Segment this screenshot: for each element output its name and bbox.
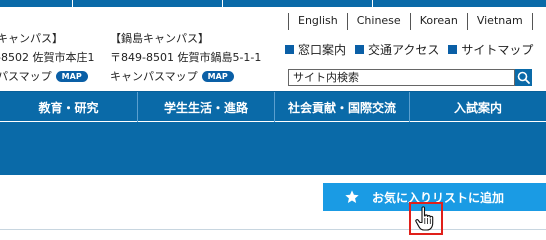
square-bullet-icon bbox=[355, 45, 365, 54]
search-input[interactable]: サイト内検索 bbox=[288, 69, 515, 86]
lang-vietnam[interactable]: Vietnam bbox=[466, 13, 533, 30]
campus-title: 【鍋島キャンパス】 bbox=[110, 32, 209, 45]
lang-english[interactable]: English bbox=[288, 13, 347, 30]
nav-community-international[interactable]: 社会貢献・国際交流 bbox=[275, 92, 410, 122]
campus-map-link[interactable]: パスマップ MAP bbox=[0, 67, 94, 86]
campus-map-label[interactable]: パスマップ bbox=[0, 68, 52, 85]
sitemap-label[interactable]: サイトマップ bbox=[461, 41, 533, 58]
campus-map-link[interactable]: キャンパスマップ MAP bbox=[110, 67, 261, 86]
top-tab[interactable] bbox=[372, 0, 546, 7]
service-desk-link[interactable]: 窓口案内 bbox=[285, 41, 346, 58]
nabeshima-campus-info: 【鍋島キャンパス】 〒849-8501 佐賀市鍋島5-1-1 キャンパスマップ … bbox=[110, 29, 261, 86]
map-badge[interactable]: MAP bbox=[55, 71, 88, 82]
access-label[interactable]: 交通アクセス bbox=[368, 41, 439, 58]
utility-links: 窓口案内 交通アクセス サイトマップ bbox=[285, 41, 542, 58]
campus-address: -8502 佐賀市本庄1 bbox=[0, 51, 95, 64]
cursor-highlight bbox=[409, 202, 443, 235]
map-badge[interactable]: MAP bbox=[201, 71, 234, 82]
campus-map-label[interactable]: キャンパスマップ bbox=[110, 68, 198, 85]
lang-chinese[interactable]: Chinese bbox=[346, 13, 410, 30]
top-menu-strip bbox=[0, 0, 546, 7]
lang-korean[interactable]: Korean bbox=[409, 13, 467, 30]
search-icon bbox=[517, 71, 530, 84]
access-link[interactable]: 交通アクセス bbox=[355, 41, 439, 58]
square-bullet-icon bbox=[285, 45, 294, 54]
top-tab[interactable] bbox=[72, 0, 222, 7]
nav-education-research[interactable]: 教育・研究 bbox=[0, 92, 138, 122]
main-nav: 教育・研究 学生生活・進路 社会貢献・国際交流 入試案内 bbox=[0, 91, 546, 122]
campus-title: キャンパス】 bbox=[0, 32, 63, 45]
search-button[interactable] bbox=[515, 69, 532, 86]
language-switcher: English Chinese Korean Vietnam bbox=[288, 13, 533, 30]
page-banner bbox=[0, 122, 546, 175]
top-tab[interactable] bbox=[222, 0, 372, 7]
nav-student-life[interactable]: 学生生活・進路 bbox=[138, 92, 275, 122]
content-area bbox=[0, 229, 546, 240]
hand-pointer-icon bbox=[415, 206, 434, 231]
sitemap-link[interactable]: サイトマップ bbox=[448, 41, 533, 58]
service-desk-label[interactable]: 窓口案内 bbox=[298, 41, 346, 58]
honjo-campus-info: キャンパス】 -8502 佐賀市本庄1 パスマップ MAP bbox=[0, 29, 94, 86]
campus-address: 〒849-8501 佐賀市鍋島5-1-1 bbox=[110, 51, 262, 64]
nav-admissions[interactable]: 入試案内 bbox=[410, 92, 546, 122]
square-bullet-icon bbox=[448, 45, 458, 54]
star-icon bbox=[345, 190, 359, 203]
